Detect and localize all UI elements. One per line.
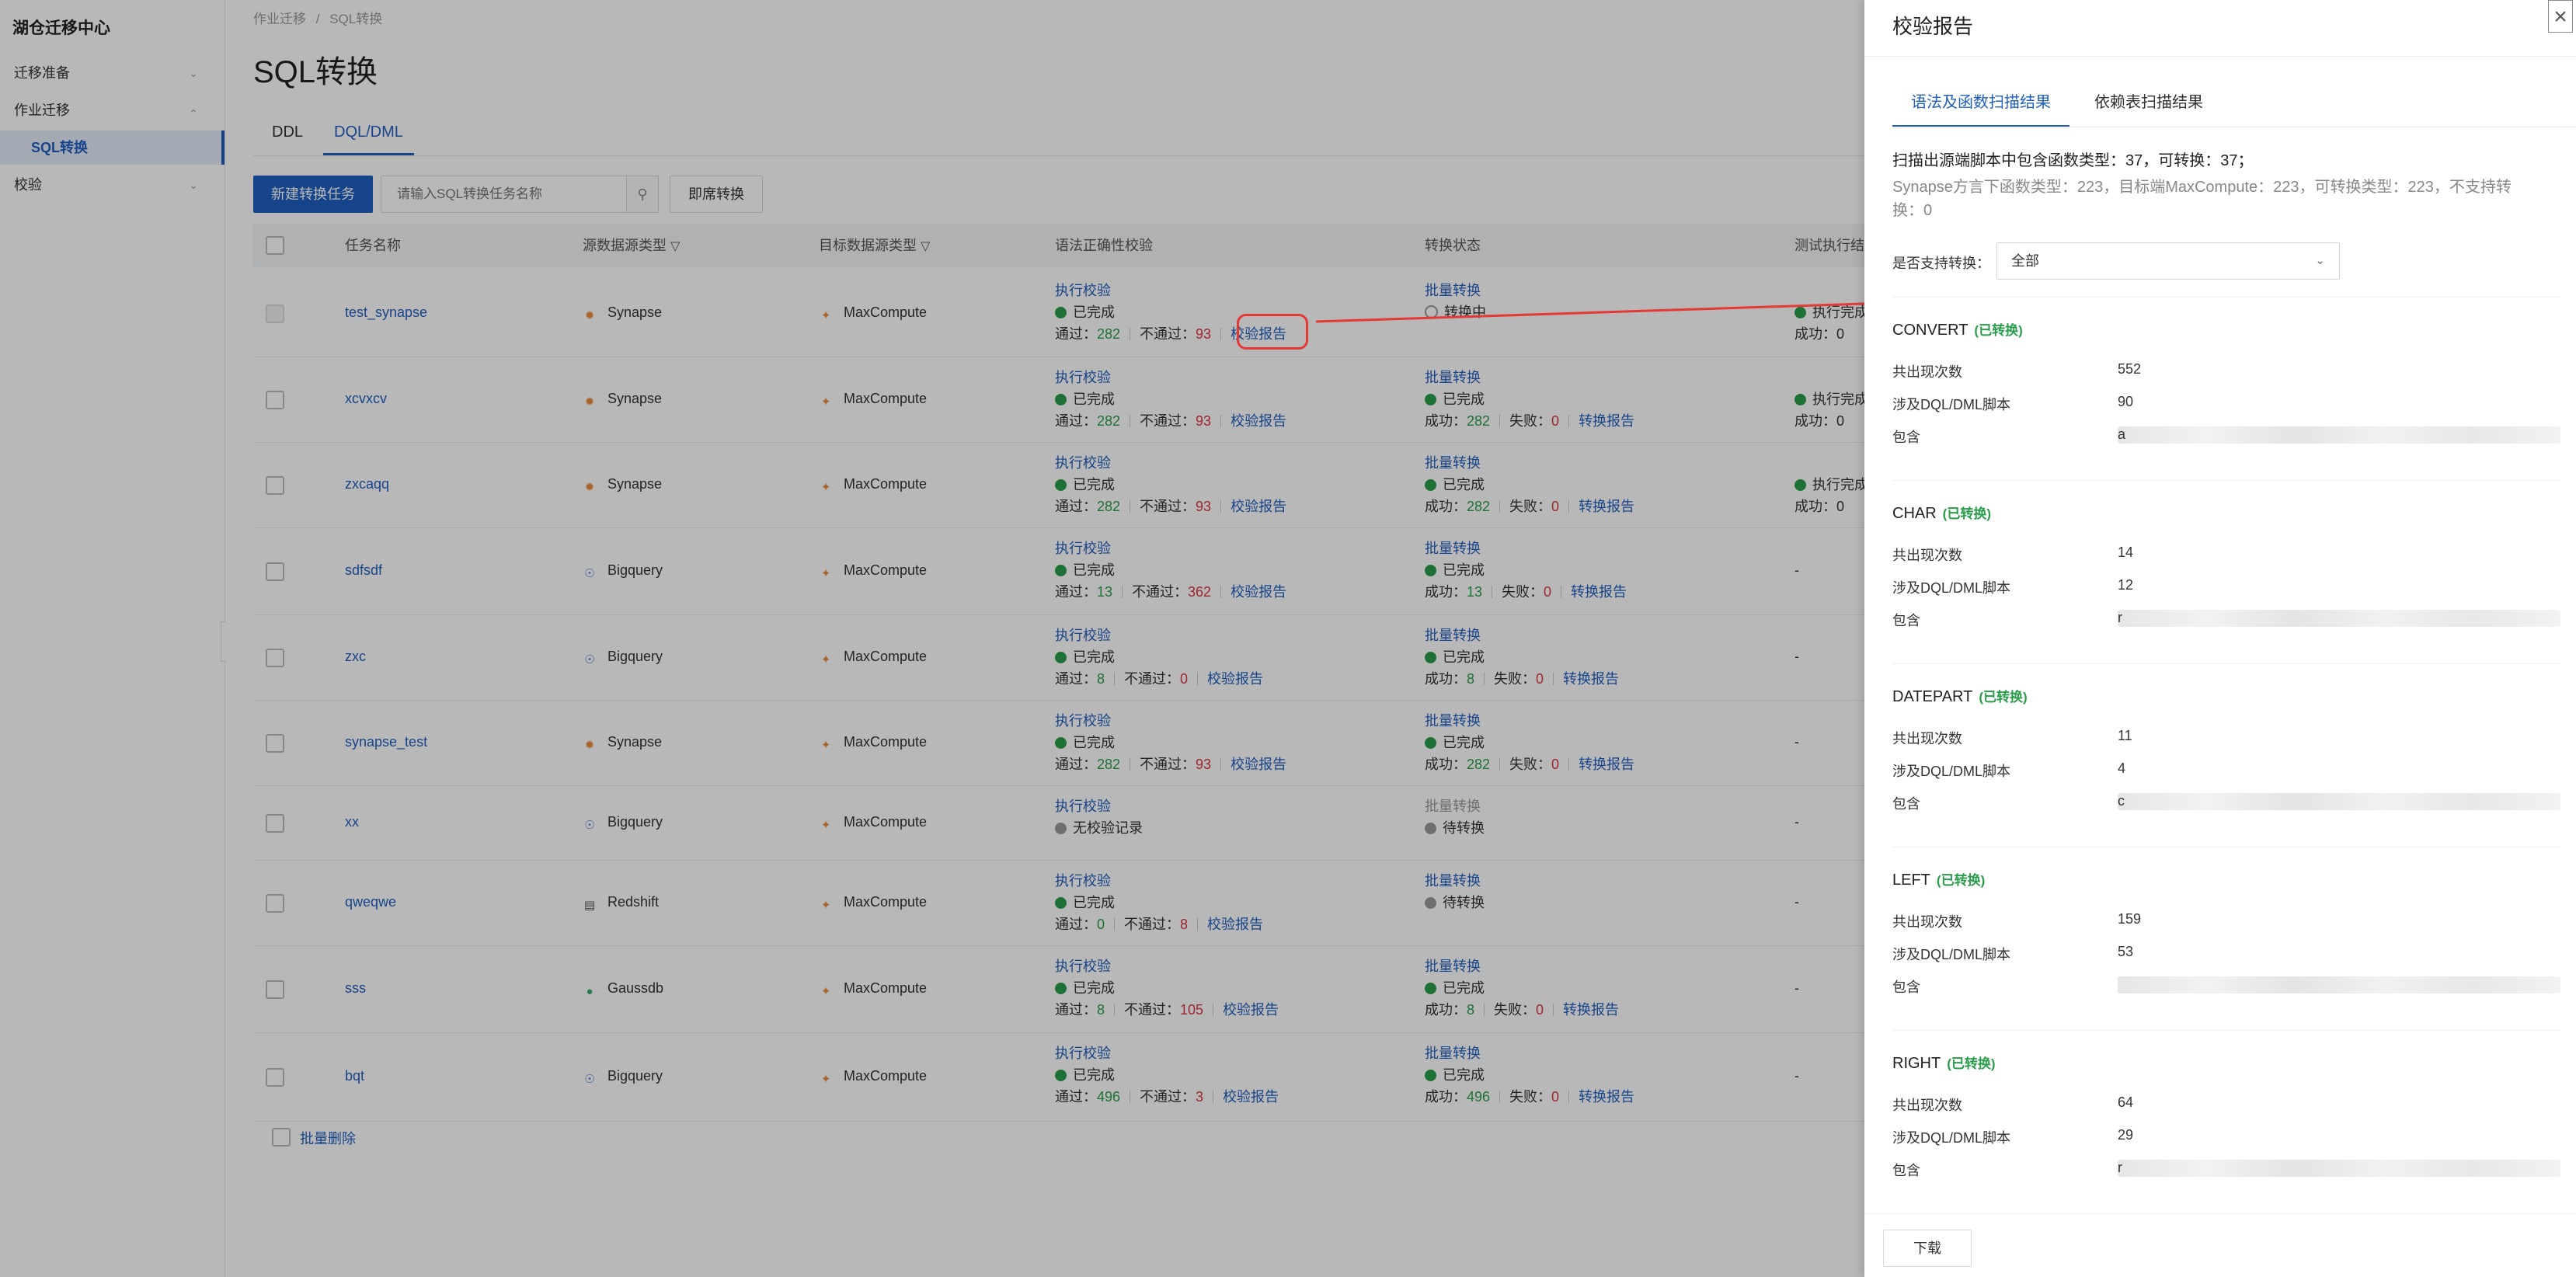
contains-value-start: c: [2118, 793, 2125, 809]
convertible-filter-label: 是否支持转换：: [1892, 256, 1990, 271]
scripts-value: 90: [2118, 394, 2134, 409]
occurrences-label: 共出现次数: [1892, 364, 1962, 380]
contains-redacted: [2118, 793, 2560, 810]
occurrences-value: 64: [2118, 1094, 2134, 1110]
scan-summary: 扫描出源端脚本中包含函数类型：37，可转换：37；: [1892, 152, 2254, 169]
drawer-header-divider: [1864, 56, 2576, 57]
function-item: RIGHT (已转换) 共出现次数 64 涉及DQL/DML脚本 29 包含 r: [1892, 1030, 2560, 1213]
contains-value-start: a: [2118, 426, 2126, 442]
annotation-arrow: [1315, 297, 1899, 323]
converted-tag: (已转换): [1936, 873, 1986, 888]
convertible-filter-value: 全部: [2011, 253, 2039, 269]
chevron-down-icon: ⌄: [2315, 254, 2325, 267]
function-name: CONVERT (已转换): [1892, 322, 2023, 339]
download-button[interactable]: 下载: [1883, 1230, 1972, 1267]
drawer-title: 校验报告: [1892, 15, 1974, 38]
scripts-value: 29: [2118, 1127, 2134, 1143]
contains-label: 包含: [1892, 1163, 1920, 1178]
contains-label: 包含: [1892, 796, 1920, 812]
contains-redacted: [2118, 976, 2560, 993]
dialect-summary: Synapse方言下函数类型：223，目标端MaxCompute：223，可转换…: [1892, 179, 2512, 219]
converted-tag: (已转换): [1979, 690, 2028, 705]
convertible-filter-select[interactable]: 全部 ⌄: [1996, 242, 2340, 280]
scripts-label: 涉及DQL/DML脚本: [1892, 947, 2011, 962]
tab-syntax-function-scan[interactable]: 语法及函数扫描结果: [1892, 87, 2070, 127]
occurrences-value: 159: [2118, 911, 2142, 927]
function-item: DATEPART (已转换) 共出现次数 11 涉及DQL/DML脚本 4 包含 …: [1892, 663, 2560, 847]
modal-overlay[interactable]: [0, 0, 1864, 1277]
converted-tag: (已转换): [1974, 323, 2023, 338]
occurrences-label: 共出现次数: [1892, 914, 1962, 930]
scripts-label: 涉及DQL/DML脚本: [1892, 580, 2011, 596]
function-item: CHAR (已转换) 共出现次数 14 涉及DQL/DML脚本 12 包含 r: [1892, 480, 2560, 663]
close-icon[interactable]: ×: [2548, 0, 2573, 33]
function-name: LEFT (已转换): [1892, 872, 1986, 889]
scripts-label: 涉及DQL/DML脚本: [1892, 764, 2011, 779]
scripts-value: 4: [2118, 760, 2126, 776]
function-name: CHAR (已转换): [1892, 505, 1991, 522]
converted-tag: (已转换): [1942, 506, 1991, 521]
contains-label: 包含: [1892, 979, 1920, 995]
occurrences-label: 共出现次数: [1892, 731, 1962, 746]
scripts-value: 53: [2118, 944, 2134, 959]
contains-label: 包含: [1892, 430, 1920, 445]
validation-report-drawer: 校验报告 × 语法及函数扫描结果 依赖表扫描结果 扫描出源端脚本中包含函数类型：…: [1864, 0, 2576, 1277]
contains-redacted: [2118, 610, 2560, 627]
occurrences-value: 552: [2118, 361, 2142, 377]
contains-value-start: r: [2118, 1160, 2122, 1175]
drawer-footer: 下载: [1864, 1213, 2576, 1277]
function-name: DATEPART (已转换): [1892, 688, 2028, 705]
occurrences-label: 共出现次数: [1892, 1098, 1962, 1113]
occurrences-value: 11: [2118, 728, 2132, 743]
function-item: LEFT (已转换) 共出现次数 159 涉及DQL/DML脚本 53 包含: [1892, 847, 2560, 1030]
scripts-label: 涉及DQL/DML脚本: [1892, 1130, 2011, 1146]
occurrences-label: 共出现次数: [1892, 548, 1962, 563]
contains-redacted: [2118, 1160, 2560, 1177]
contains-label: 包含: [1892, 613, 1920, 628]
scripts-value: 12: [2118, 577, 2134, 593]
function-name: RIGHT (已转换): [1892, 1055, 1996, 1072]
tab-dependency-table-scan[interactable]: 依赖表扫描结果: [2094, 87, 2203, 127]
highlight-circle: [1237, 314, 1308, 350]
converted-tag: (已转换): [1947, 1056, 1996, 1071]
occurrences-value: 14: [2118, 545, 2134, 560]
scripts-label: 涉及DQL/DML脚本: [1892, 397, 2011, 412]
contains-value-start: r: [2118, 610, 2122, 625]
function-item: CONVERT (已转换) 共出现次数 552 涉及DQL/DML脚本 90 包含…: [1892, 297, 2560, 480]
contains-redacted: [2118, 426, 2560, 444]
